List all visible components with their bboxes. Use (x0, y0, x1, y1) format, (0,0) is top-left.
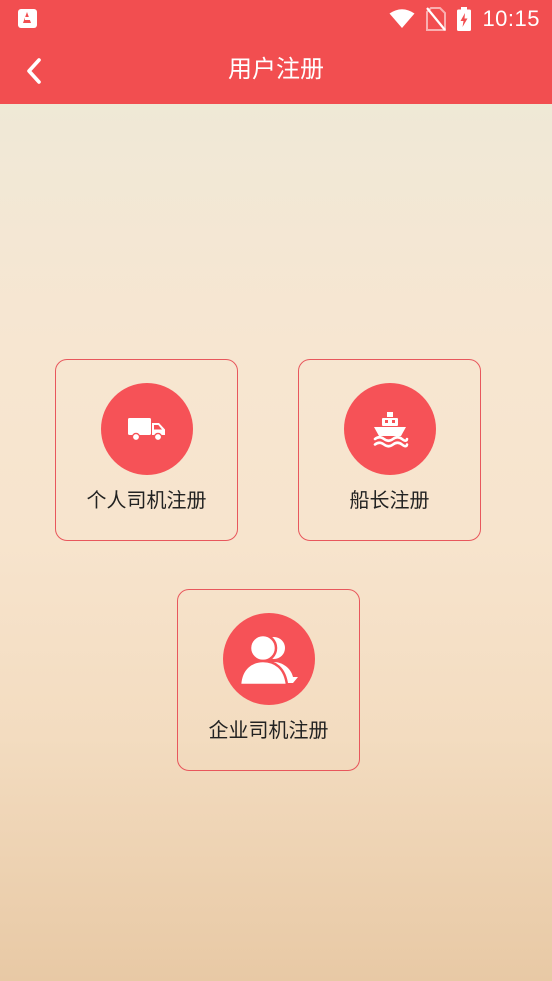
users-icon-circle (223, 613, 315, 705)
truck-icon (128, 418, 165, 442)
enterprise-driver-register-card[interactable]: 企业司机注册 (177, 589, 360, 771)
no-sim-icon (426, 7, 447, 31)
enterprise-driver-register-label: 企业司机注册 (208, 718, 329, 742)
personal-driver-register-card[interactable]: 个人司机注册 (55, 359, 238, 541)
status-time: 10:15 (482, 6, 540, 31)
ship-icon (373, 412, 409, 448)
captain-register-label: 船长注册 (349, 488, 430, 512)
users-icon (238, 633, 298, 687)
page-title: 用户注册 (228, 55, 324, 83)
battery-charging-icon (457, 7, 472, 31)
app-notification-icon (18, 9, 37, 28)
ship-icon-circle (344, 383, 436, 475)
status-icons: 10:15 (389, 0, 540, 38)
app-header: 10:15 用户注册 (0, 0, 552, 104)
navigation-bar: 用户注册 (0, 38, 552, 104)
captain-register-card[interactable]: 船长注册 (298, 359, 481, 541)
personal-driver-register-label: 个人司机注册 (86, 488, 207, 512)
truck-icon-circle (101, 383, 193, 475)
status-bar: 10:15 (0, 0, 552, 38)
wifi-icon (389, 9, 415, 28)
